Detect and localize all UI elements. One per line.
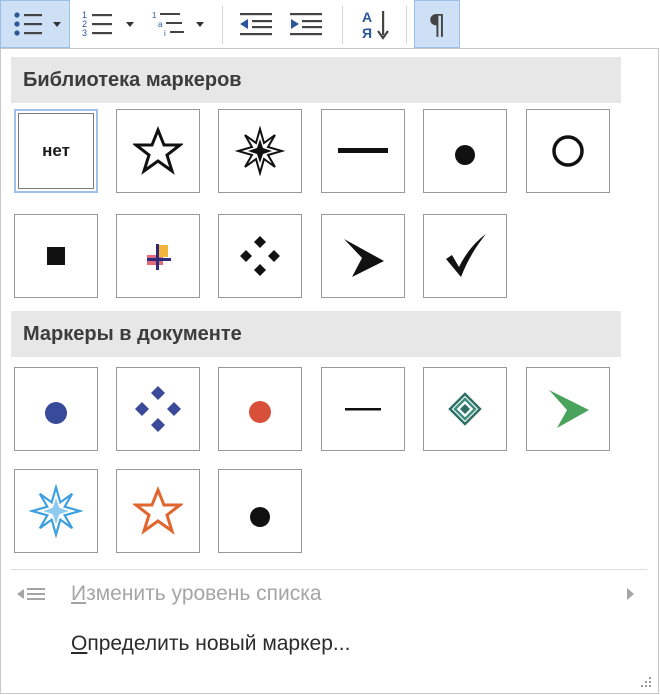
chevron-down-icon <box>53 22 61 27</box>
bullet-none[interactable]: нет <box>14 109 98 193</box>
svg-text:А: А <box>362 9 372 25</box>
document-bullets-header: Маркеры в документе <box>11 311 621 357</box>
bullets-icon <box>14 12 61 36</box>
decrease-indent-icon <box>240 13 272 36</box>
bullet-diamond-4[interactable] <box>218 214 302 298</box>
multilevel-list-icon: 1 a i <box>152 11 204 38</box>
bullet-checkmark[interactable] <box>423 214 507 298</box>
bullet-arrowhead[interactable] <box>321 214 405 298</box>
doc-bullet-dot-red[interactable] <box>218 367 302 451</box>
doc-bullet-dot-blue[interactable] <box>14 367 98 451</box>
circle-outline-icon <box>552 135 584 167</box>
show-formatting-button[interactable]: ¶ <box>414 0 460 48</box>
menu-separator <box>11 569 647 570</box>
bullet-picture-cross[interactable] <box>116 214 200 298</box>
submenu-arrow-icon <box>627 588 634 600</box>
bullet-star-8-point[interactable] <box>218 109 302 193</box>
arrowhead-icon <box>549 390 589 428</box>
svg-text:Я: Я <box>362 25 372 41</box>
change-list-level-menu-item[interactable]: Изменить уровень списка <box>1 571 658 617</box>
toolbar-separator <box>222 6 223 44</box>
toolbar: 1 2 3 1 a i А Я ¶ <box>0 0 660 50</box>
increase-indent-button[interactable] <box>282 0 330 48</box>
multilevel-list-button[interactable]: 1 a i <box>144 0 214 48</box>
doc-bullet-star-outline-orange[interactable] <box>116 469 200 553</box>
star-outline-icon <box>133 126 183 175</box>
define-new-bullet-label: Определить новый маркер... <box>71 632 351 655</box>
toolbar-separator <box>406 6 407 44</box>
svg-text:1: 1 <box>152 11 157 20</box>
diamond-4-icon <box>135 386 181 432</box>
define-new-bullet-menu-item[interactable]: Определить новый маркер... <box>1 621 658 667</box>
star-8-point-icon <box>235 126 285 176</box>
doc-bullet-diamond-green[interactable] <box>423 367 507 451</box>
toolbar-separator <box>342 6 343 44</box>
picture-cross-icon <box>147 244 171 270</box>
diamond-concentric-icon <box>448 392 482 426</box>
dot-icon <box>249 401 271 423</box>
bullet-none-label: нет <box>42 141 70 160</box>
resize-grip-icon[interactable] <box>639 675 653 689</box>
change-level-icon <box>17 588 45 600</box>
dot-icon <box>250 507 270 527</box>
star-8-point-icon <box>29 484 83 538</box>
diamond-4-icon <box>240 236 280 276</box>
bullet-dash[interactable] <box>321 109 405 193</box>
doc-bullet-arrowhead-green[interactable] <box>526 367 610 451</box>
dot-icon <box>45 402 67 424</box>
pilcrow-icon: ¶ <box>428 7 446 41</box>
doc-bullet-dot-black[interactable] <box>218 469 302 553</box>
numbering-button[interactable]: 1 2 3 <box>72 0 142 48</box>
bullet-dot[interactable] <box>423 109 507 193</box>
dash-icon <box>345 408 381 411</box>
doc-bullet-star-8-blue[interactable] <box>14 469 98 553</box>
sort-button[interactable]: А Я <box>352 0 400 48</box>
bullet-library-header: Библиотека маркеров <box>11 57 621 103</box>
checkmark-icon <box>446 234 486 277</box>
dot-icon <box>455 145 475 165</box>
bullets-button[interactable] <box>0 0 70 48</box>
decrease-indent-button[interactable] <box>232 0 280 48</box>
svg-text:a: a <box>158 20 163 29</box>
bullet-square[interactable] <box>14 214 98 298</box>
svg-text:3: 3 <box>82 28 87 38</box>
change-list-level-label: Изменить уровень списка <box>71 582 322 605</box>
sort-icon: А Я <box>362 9 389 41</box>
square-icon <box>47 247 65 265</box>
doc-bullet-diamond-4-blue[interactable] <box>116 367 200 451</box>
bullet-star-outline[interactable] <box>116 109 200 193</box>
svg-text:i: i <box>164 29 166 38</box>
doc-bullet-dash-thin[interactable] <box>321 367 405 451</box>
dash-icon <box>338 148 388 153</box>
arrowhead-icon <box>344 239 384 277</box>
numbering-icon: 1 2 3 <box>82 10 134 38</box>
increase-indent-icon <box>290 13 322 36</box>
bullet-library-dropdown: Библиотека маркеров нет Маркеры в докуме… <box>0 48 659 694</box>
bullet-circle-outline[interactable] <box>526 109 610 193</box>
star-outline-icon <box>133 486 183 535</box>
